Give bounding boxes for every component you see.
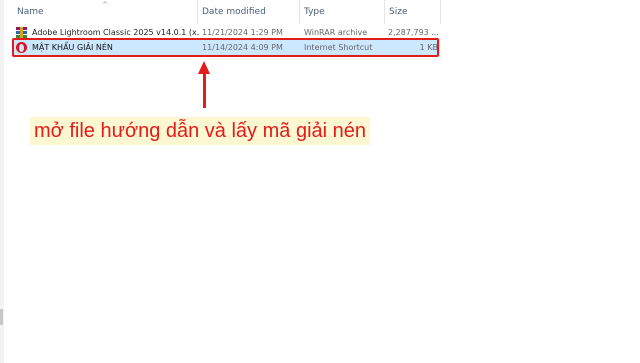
column-header-bar: Name ^ Date modified Type Size	[0, 0, 640, 24]
sort-ascending-icon: ^	[102, 1, 108, 9]
column-header-type[interactable]: Type	[299, 0, 384, 24]
arrow-shaft	[203, 72, 206, 108]
winrar-archive-icon	[16, 27, 27, 38]
red-highlight-frame	[12, 38, 439, 57]
column-divider[interactable]	[440, 0, 441, 24]
scroll-indicator[interactable]	[0, 309, 3, 325]
column-header-date-modified[interactable]: Date modified	[197, 0, 299, 24]
instruction-annotation: mở file hướng dẫn và lấy mã giải nén	[30, 117, 371, 145]
column-header-size[interactable]: Size	[384, 0, 440, 24]
